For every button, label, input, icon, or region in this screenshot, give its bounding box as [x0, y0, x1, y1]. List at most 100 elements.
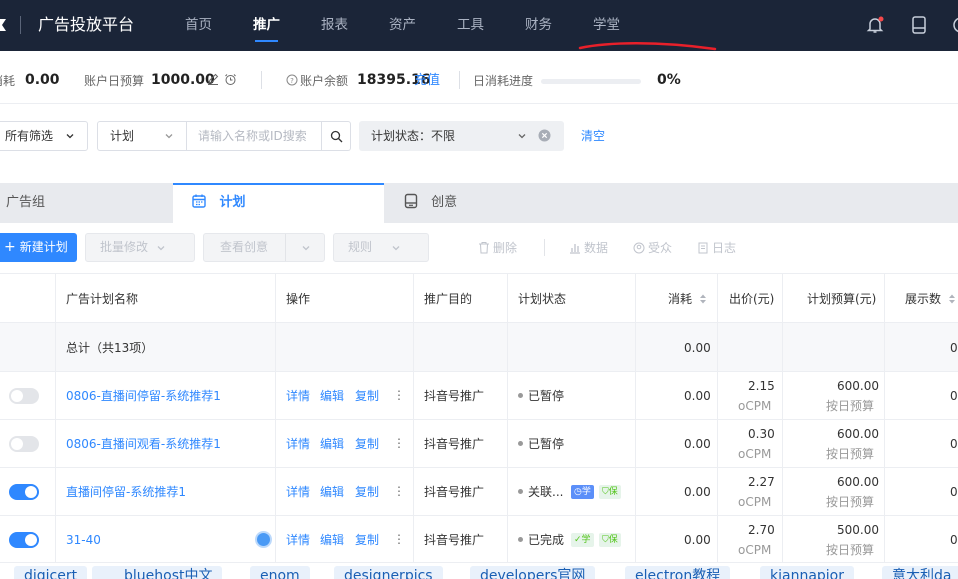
details-link[interactable]: 详情: [286, 389, 310, 403]
edit-link[interactable]: 编辑: [320, 485, 344, 499]
table-header: 广告计划名称 操作 推广目的 计划状态 消耗 出价(元) 计划预算(元) 展示数: [0, 273, 958, 323]
search-scope-dropdown[interactable]: 计划: [97, 121, 187, 151]
batch-edit-label: 批量修改: [100, 240, 149, 254]
progress-value: 0%: [657, 72, 681, 88]
button-divider: [285, 234, 286, 261]
more-icon[interactable]: ⋮: [393, 388, 405, 402]
bookmark-item[interactable]: electron教程: [625, 566, 731, 579]
data-action[interactable]: 数据: [569, 240, 608, 256]
nav-assets[interactable]: 资产: [389, 16, 416, 34]
tab-ad-group[interactable]: 广告组: [0, 183, 172, 223]
col-spend[interactable]: 消耗: [668, 292, 707, 306]
recharge-link[interactable]: 充值: [414, 72, 440, 89]
plan-toggle[interactable]: [9, 436, 39, 452]
copy-link[interactable]: 复制: [355, 533, 379, 547]
budget-type-cell: 按日预算: [826, 495, 875, 509]
batch-edit-button[interactable]: 批量修改: [85, 233, 195, 262]
more-icon[interactable]: ⋮: [393, 532, 405, 546]
purpose-cell: 抖音号推广: [424, 437, 485, 451]
clear-filters-link[interactable]: 清空: [581, 129, 605, 143]
plan-toggle[interactable]: [9, 484, 39, 500]
copy-link[interactable]: 复制: [355, 437, 379, 451]
copy-link[interactable]: 复制: [355, 485, 379, 499]
clear-filter-icon[interactable]: [538, 129, 551, 142]
plan-name-link[interactable]: 31-40: [66, 533, 101, 547]
details-link[interactable]: 详情: [286, 485, 310, 499]
bookmark-item[interactable]: designerpics: [334, 566, 443, 579]
table-row: 31-40 详情 编辑 复制 ⋮ 抖音号推广 已完成 ✓学 ⛉保 0.00 2.…: [0, 516, 958, 563]
top-navigation-bar: 广告投放平台 首页 推广 报表 资产 工具 财务 学堂: [0, 0, 958, 51]
log-label: 日志: [712, 241, 737, 255]
purpose-cell: 抖音号推广: [424, 389, 485, 403]
nav-home[interactable]: 首页: [185, 16, 212, 34]
tab-creative[interactable]: 创意: [403, 183, 603, 223]
guarantee-badge: ⛉保: [599, 533, 621, 547]
alarm-clock-icon[interactable]: [224, 73, 237, 89]
plan-status-filter[interactable]: 计划状态：不限: [359, 121, 564, 151]
nav-academy[interactable]: 学堂: [593, 16, 620, 34]
edit-link[interactable]: 编辑: [320, 389, 344, 403]
budget-cell: 600.00: [837, 475, 879, 489]
progress-label: 日消耗进度: [473, 74, 534, 88]
edit-link[interactable]: 编辑: [320, 437, 344, 451]
more-icon[interactable]: ⋮: [393, 484, 405, 498]
guarantee-badge-text: 保: [608, 487, 618, 497]
plan-name-link[interactable]: 0806-直播间停留-系统推荐1: [66, 389, 221, 403]
search-button[interactable]: [321, 122, 350, 150]
impressions-cell: 0: [950, 533, 958, 547]
col-impressions[interactable]: 展示数: [905, 292, 956, 306]
daily-spend-progress-bar: [541, 79, 641, 84]
budget-cell: 500.00: [837, 523, 879, 537]
audience-icon: [633, 242, 645, 254]
search-input[interactable]: [186, 122, 321, 150]
bookmark-item[interactable]: enom: [250, 566, 310, 579]
bell-icon[interactable]: [864, 14, 886, 36]
copy-link[interactable]: 复制: [355, 389, 379, 403]
table-row: 直播间停留-系统推荐1 详情 编辑 复制 ⋮ 抖音号推广 关联... ◷学 ⛉保…: [0, 468, 958, 516]
help-icon[interactable]: [950, 14, 958, 36]
nav-reports[interactable]: 报表: [321, 16, 348, 34]
nav-tools[interactable]: 工具: [457, 16, 484, 34]
audience-action[interactable]: 受众: [633, 240, 672, 256]
tablet-icon[interactable]: [908, 14, 930, 36]
bookmark-item[interactable]: kiannapior: [760, 566, 854, 579]
view-creative-button[interactable]: 查看创意: [203, 233, 325, 262]
plus-icon: +: [4, 239, 16, 255]
col-plan-name[interactable]: 广告计划名称: [66, 292, 138, 306]
calendar-icon: [192, 194, 206, 208]
column-divider: [717, 273, 718, 569]
plan-toggle[interactable]: [9, 388, 39, 404]
nav-promotion[interactable]: 推广: [253, 16, 280, 42]
balance-label: 账户余额: [300, 74, 349, 88]
nav-divider: [20, 16, 21, 34]
plan-name-link[interactable]: 直播间停留-系统推荐1: [66, 485, 186, 499]
edit-icon[interactable]: [207, 73, 219, 88]
bookmark-item[interactable]: developers官网: [470, 566, 596, 579]
all-filters-dropdown[interactable]: 所有筛选: [0, 121, 88, 151]
details-link[interactable]: 详情: [286, 437, 310, 451]
tab-plan[interactable]: 计划: [173, 183, 384, 223]
more-icon[interactable]: ⋮: [393, 436, 405, 450]
learning-badge: ✓学: [571, 533, 594, 547]
delete-action[interactable]: 删除: [478, 240, 517, 256]
floating-helper-icon[interactable]: [255, 531, 272, 548]
new-plan-button[interactable]: + 新建计划: [0, 233, 77, 262]
nav-finance[interactable]: 财务: [525, 16, 552, 34]
spend-value: 0.00: [25, 72, 60, 88]
plan-toggle[interactable]: [9, 532, 39, 548]
toggle-knob: [11, 390, 23, 402]
details-link[interactable]: 详情: [286, 533, 310, 547]
rules-button[interactable]: 规则: [333, 233, 429, 262]
bookmark-item[interactable]: 意大利da: [882, 566, 958, 579]
status-dot: [518, 489, 523, 494]
bookmark-item[interactable]: digicert: [14, 566, 88, 579]
col-purpose: 推广目的: [424, 292, 473, 306]
log-action[interactable]: 日志: [697, 240, 736, 256]
bookmark-item[interactable]: bluehost中文: [92, 566, 223, 579]
edit-link[interactable]: 编辑: [320, 533, 344, 547]
guarantee-badge: ⛉保: [599, 485, 621, 499]
status-text: 已暂停: [528, 437, 565, 451]
plan-name-link[interactable]: 0806-直播间观看-系统推荐1: [66, 437, 221, 451]
spend-cell: 0.00: [684, 437, 711, 451]
budget-cell: 600.00: [837, 427, 879, 441]
